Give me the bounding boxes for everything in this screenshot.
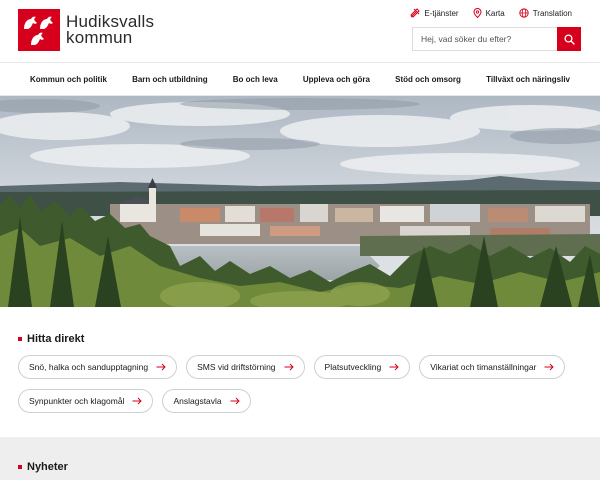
news-section: Nyheter — [0, 437, 600, 480]
quick-link-label: Snö, halka och sandupptagning — [29, 362, 149, 372]
logo-line-2: kommun — [66, 28, 133, 47]
quick-links-section: Hitta direkt Snö, halka och sandupptagni… — [0, 307, 600, 437]
map-link[interactable]: Karta — [473, 8, 505, 18]
quick-link-label: Synpunkter och klagomål — [29, 396, 125, 406]
arrow-right-icon — [389, 363, 399, 371]
search-button[interactable] — [557, 27, 581, 51]
news-title: Nyheter — [27, 461, 68, 473]
quick-links-list: Snö, halka och sandupptagning SMS vid dr… — [18, 355, 582, 413]
nav-bo-och-leva[interactable]: Bo och leva — [233, 75, 278, 84]
tools-icon — [410, 8, 421, 18]
quick-links-heading: Hitta direkt — [18, 333, 582, 345]
logo-wordmark: Hudiksvalls kommun — [66, 13, 154, 47]
nav-stod-och-omsorg[interactable]: Stöd och omsorg — [395, 75, 461, 84]
town-landscape-photo — [0, 96, 600, 307]
section-marker-icon — [18, 465, 22, 469]
quick-link-label: Vikariat och timanställningar — [430, 362, 537, 372]
quick-link-sno-halka[interactable]: Snö, halka och sandupptagning — [18, 355, 178, 379]
utility-links: E-tjänster Karta Translation — [410, 8, 572, 18]
translation-label: Translation — [532, 8, 572, 18]
translation-link[interactable]: Translation — [519, 8, 572, 18]
map-pin-icon — [473, 8, 482, 18]
site-logo[interactable]: Hudiksvalls kommun — [18, 9, 154, 51]
quick-link-platsutveckling[interactable]: Platsutveckling — [313, 355, 411, 379]
main-navigation: Kommun och politik Barn och utbildning B… — [0, 62, 600, 96]
quick-link-sms[interactable]: SMS vid driftstörning — [186, 355, 305, 379]
news-heading: Nyheter — [18, 461, 582, 473]
search-form — [412, 27, 581, 51]
search-icon — [563, 33, 575, 45]
quick-link-synpunkter[interactable]: Synpunkter och klagomål — [18, 389, 154, 413]
search-input[interactable] — [412, 27, 557, 51]
e-services-link[interactable]: E-tjänster — [410, 8, 459, 18]
quick-link-label: SMS vid driftstörning — [197, 362, 276, 372]
arrow-right-icon — [230, 397, 240, 405]
arrow-right-icon — [132, 397, 143, 405]
quick-link-label: Anslagstavla — [173, 396, 222, 406]
nav-kommun-och-politik[interactable]: Kommun och politik — [30, 75, 107, 84]
quick-link-anslagstavla[interactable]: Anslagstavla — [162, 389, 251, 413]
arrow-right-icon — [284, 363, 294, 371]
hero-image — [0, 96, 600, 307]
arrow-right-icon — [544, 363, 555, 371]
quick-links-title: Hitta direkt — [27, 333, 85, 345]
e-services-label: E-tjänster — [424, 8, 459, 18]
nav-tillvaxt-och-naringsliv[interactable]: Tillväxt och näringsliv — [486, 75, 570, 84]
map-label: Karta — [485, 8, 505, 18]
goat-emblem-icon — [18, 9, 60, 51]
section-marker-icon — [18, 337, 22, 341]
nav-barn-och-utbildning[interactable]: Barn och utbildning — [132, 75, 208, 84]
nav-uppleva-och-gora[interactable]: Uppleva och göra — [303, 75, 370, 84]
site-header: Hudiksvalls kommun E-tjänster Karta Tran… — [0, 0, 600, 62]
globe-icon — [519, 8, 529, 18]
quick-link-label: Platsutveckling — [324, 362, 382, 372]
quick-link-vikariat[interactable]: Vikariat och timanställningar — [419, 355, 566, 379]
arrow-right-icon — [156, 363, 166, 371]
